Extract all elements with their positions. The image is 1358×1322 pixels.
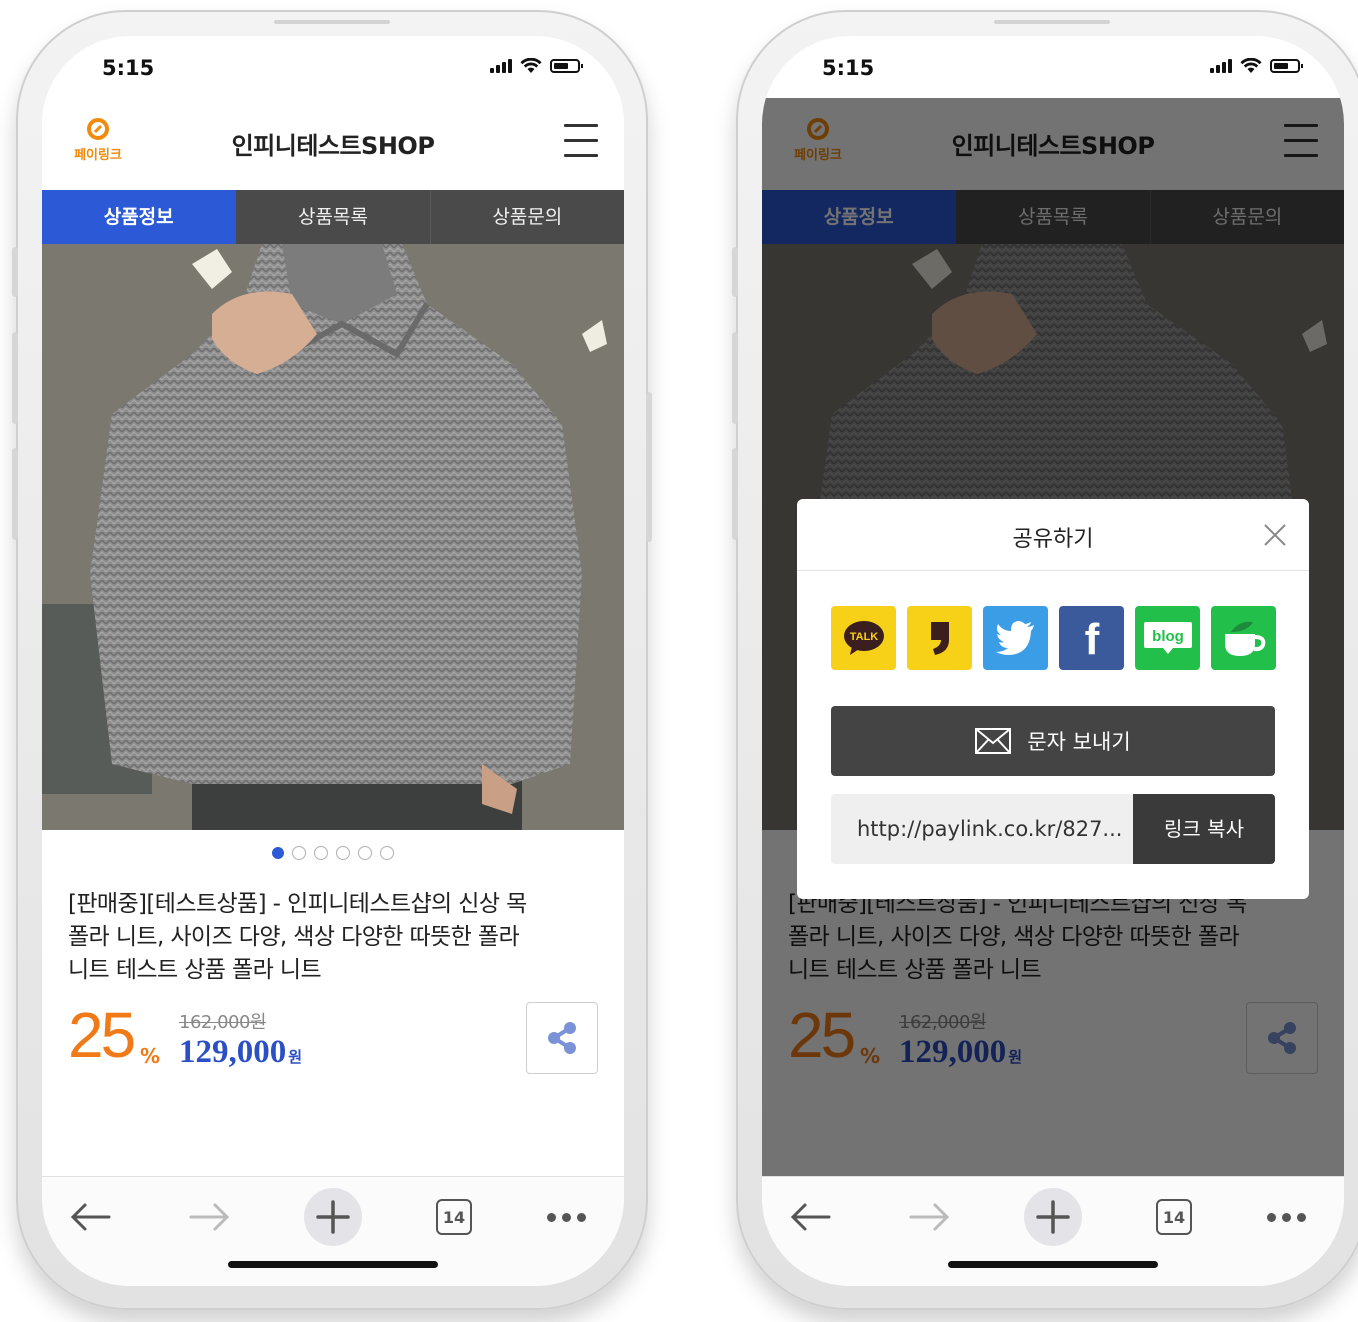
naver-blog-icon: blog	[1143, 622, 1192, 654]
copy-link-button[interactable]: 링크 복사	[1133, 794, 1275, 864]
wifi-icon	[1240, 58, 1262, 73]
forward-arrow-icon[interactable]	[900, 1187, 960, 1247]
battery-icon	[1270, 59, 1303, 73]
kakaotalk-label: TALK	[849, 631, 878, 643]
tab-count: 14	[1156, 1199, 1192, 1235]
wifi-icon	[520, 58, 542, 73]
shop-header: 페이링크 인피니테스트SHOP	[42, 98, 624, 190]
image-pager	[42, 846, 624, 860]
kakaotalk-share-button[interactable]: TALK	[831, 606, 896, 670]
battery-icon	[550, 59, 583, 73]
share-dialog-title: 공유하기	[1012, 527, 1094, 552]
product-name-line: 니트 테스트 상품 폴라 니트	[68, 957, 322, 983]
product-name-line: [판매중][테스트상품] - 인피니테스트샵의 신상 목	[68, 891, 527, 917]
home-indicator	[228, 1261, 438, 1268]
pager-dot[interactable]	[380, 846, 394, 860]
status-icons	[1210, 58, 1303, 74]
share-icon	[548, 1022, 576, 1054]
tab-product-info[interactable]: 상품정보	[42, 190, 236, 244]
status-bar: 5:15	[762, 36, 1344, 98]
share-dialog-header: 공유하기	[797, 499, 1309, 571]
volume-down-button	[12, 448, 18, 540]
shop-title: 인피니테스트SHOP	[231, 132, 435, 160]
hamburger-menu-icon[interactable]	[564, 124, 598, 160]
send-sms-label: 문자 보내기	[1027, 730, 1131, 754]
original-price: 162,000원	[179, 1012, 267, 1033]
back-arrow-icon[interactable]	[780, 1187, 840, 1247]
browser-toolbar: 14	[762, 1176, 1344, 1286]
coffee-cup-icon	[1224, 621, 1265, 656]
product-name: [판매중][테스트상품] - 인피니테스트샵의 신상 목 폴라 니트, 사이즈 …	[68, 888, 568, 987]
volume-up-button	[732, 332, 738, 424]
pager-dot[interactable]	[314, 846, 328, 860]
mute-switch	[732, 247, 738, 297]
sale-price: 129,000원	[179, 1034, 302, 1071]
phone-frame-left: 5:15 페이링크 인피니테스트SHOP 상품정보 상품목록 상품문의 [판매중…	[12, 10, 652, 1310]
new-tab-plus-icon[interactable]	[1023, 1187, 1083, 1247]
facebook-share-button[interactable]: f	[1059, 606, 1124, 670]
status-icons	[490, 58, 583, 74]
speaker-slot	[274, 20, 390, 24]
discount-rate: 25	[68, 999, 136, 1071]
share-button[interactable]	[526, 1002, 598, 1074]
pager-dot[interactable]	[336, 846, 350, 860]
sale-price-value: 129,000	[179, 1034, 287, 1070]
mute-switch	[12, 247, 18, 297]
envelope-icon	[975, 728, 1012, 754]
price-box: 25 % 162,000원 129,000원	[68, 999, 428, 1082]
naver-cafe-share-button[interactable]	[1211, 606, 1276, 670]
sweater-photo-illustration	[42, 244, 624, 830]
status-time: 5:15	[822, 56, 875, 80]
tabs-count-icon[interactable]: 14	[1144, 1187, 1204, 1247]
home-indicator	[948, 1261, 1158, 1268]
facebook-label: f	[1084, 616, 1099, 660]
sns-share-list: TALK f blog	[831, 606, 1276, 670]
tab-product-inquiry[interactable]: 상품문의	[429, 190, 624, 244]
twitter-share-button[interactable]	[983, 606, 1048, 670]
close-icon[interactable]	[1263, 523, 1287, 547]
status-bar: 5:15	[42, 36, 624, 98]
kakaostory-icon	[930, 622, 949, 655]
more-icon[interactable]	[536, 1187, 596, 1247]
naver-blog-label: blog	[1152, 628, 1184, 645]
pager-dot[interactable]	[358, 846, 372, 860]
copy-link-row: http://paylink.co.kr/827... 링크 복사	[831, 794, 1275, 864]
tab-count: 14	[436, 1199, 472, 1235]
status-time: 5:15	[102, 56, 155, 80]
signal-icon	[1210, 59, 1232, 73]
discount-unit: %	[140, 1044, 161, 1068]
new-tab-plus-icon[interactable]	[303, 1187, 363, 1247]
screen-product-detail: 5:15 페이링크 인피니테스트SHOP 상품정보 상품목록 상품문의 [판매중…	[42, 36, 624, 1286]
screen-share-dialog: 5:15 페이링크 인피니테스트SHOP 상품정보 상품목록 상품	[762, 36, 1344, 1286]
share-link-url[interactable]: http://paylink.co.kr/827...	[831, 794, 1133, 864]
volume-down-button	[732, 448, 738, 540]
naver-blog-share-button[interactable]: blog	[1135, 606, 1200, 670]
more-icon[interactable]	[1256, 1187, 1316, 1247]
facebook-icon: f	[1084, 616, 1099, 660]
signal-icon	[490, 59, 512, 73]
tab-product-list[interactable]: 상품목록	[235, 190, 429, 244]
back-arrow-icon[interactable]	[60, 1187, 120, 1247]
kakaotalk-icon: TALK	[843, 621, 884, 655]
product-image[interactable]	[42, 244, 624, 830]
pager-dot-active[interactable]	[272, 847, 284, 859]
power-button	[646, 392, 652, 542]
product-name-line: 폴라 니트, 사이즈 다양, 색상 다양한 따뜻한 폴라	[68, 924, 520, 950]
forward-arrow-icon[interactable]	[180, 1187, 240, 1247]
send-sms-button[interactable]: 문자 보내기	[831, 706, 1275, 776]
twitter-bird-icon	[995, 621, 1034, 655]
phone-frame-right: 5:15 페이링크 인피니테스트SHOP 상품정보 상품목록 상품	[732, 10, 1358, 1310]
volume-up-button	[12, 332, 18, 424]
speaker-slot	[994, 20, 1110, 24]
pager-dot[interactable]	[292, 846, 306, 860]
product-tabs: 상품정보 상품목록 상품문의	[42, 190, 624, 244]
browser-toolbar: 14	[42, 1176, 624, 1286]
sale-price-unit: 원	[288, 1048, 303, 1066]
tabs-count-icon[interactable]: 14	[424, 1187, 484, 1247]
kakaostory-share-button[interactable]	[907, 606, 972, 670]
share-dialog: 공유하기 TALK f blog 문자 보내기 http://paylink.c…	[797, 499, 1309, 899]
